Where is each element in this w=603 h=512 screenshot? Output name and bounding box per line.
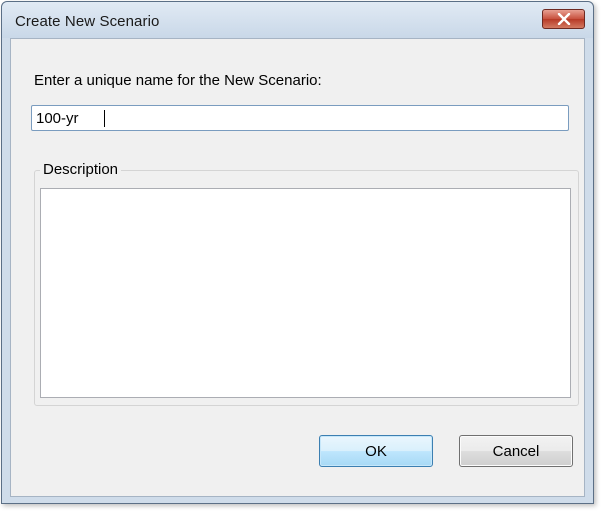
- description-legend: Description: [40, 161, 122, 178]
- cancel-button[interactable]: Cancel: [459, 435, 573, 467]
- scenario-name-input[interactable]: [31, 105, 569, 131]
- description-group: Description: [34, 161, 579, 406]
- ok-button[interactable]: OK: [319, 435, 433, 467]
- description-textarea[interactable]: [40, 188, 571, 398]
- title-bar[interactable]: Create New Scenario: [2, 2, 593, 38]
- close-icon: [557, 13, 570, 25]
- ok-button-label: OK: [365, 442, 387, 460]
- create-new-scenario-dialog: Create New Scenario Enter a unique name …: [1, 1, 594, 504]
- text-caret: [104, 110, 105, 127]
- cancel-button-label: Cancel: [492, 442, 540, 460]
- scenario-name-label: Enter a unique name for the New Scenario…: [34, 72, 322, 89]
- dialog-body: Enter a unique name for the New Scenario…: [10, 38, 585, 497]
- dialog-title: Create New Scenario: [15, 13, 160, 30]
- close-button[interactable]: [542, 9, 585, 29]
